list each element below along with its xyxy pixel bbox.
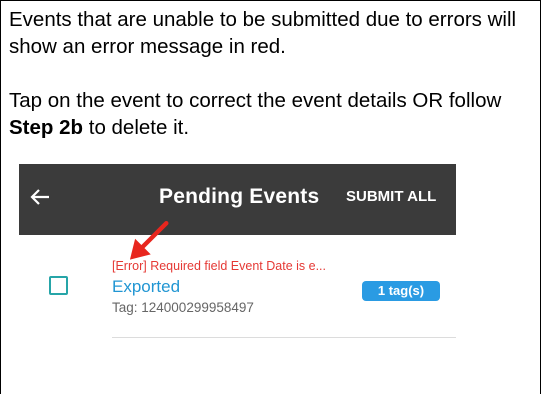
arrow-left-icon[interactable] (29, 186, 51, 208)
instruction-paragraph-2: Tap on the event to correct the event de… (9, 87, 529, 141)
instruction-text-1: Events that are unable to be submitted d… (9, 8, 517, 58)
submit-all-button[interactable]: SUBMIT ALL (346, 188, 436, 205)
event-name: Exported (112, 277, 181, 296)
instruction-text-2a: Tap on the event to correct the event de… (9, 89, 502, 112)
tag-count-badge: 1 tag(s) (362, 281, 440, 301)
event-checkbox[interactable] (49, 276, 68, 295)
instruction-text-2b: to delete it. (83, 116, 190, 139)
event-tag: Tag: 124000299958497 (112, 300, 254, 315)
pending-event-item[interactable]: [Error] Required field Event Date is e..… (19, 244, 456, 344)
page-title: Pending Events (159, 185, 320, 208)
app-bar: Pending Events SUBMIT ALL (19, 164, 456, 235)
phone-screenshot: Pending Events SUBMIT ALL [Error] Requir… (19, 164, 456, 394)
list-divider (112, 337, 456, 338)
instruction-paragraph-1: Events that are unable to be submitted d… (9, 6, 529, 60)
instructions: Events that are unable to be submitted d… (9, 6, 529, 141)
step-reference: Step 2b (9, 116, 84, 139)
red-arrow-icon (129, 221, 169, 260)
